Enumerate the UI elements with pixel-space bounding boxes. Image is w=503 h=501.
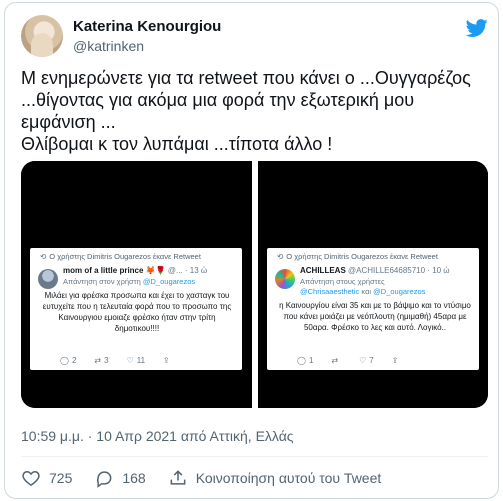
heart-icon: ♡ 11: [126, 356, 146, 365]
embedded-avatar: [38, 269, 58, 289]
embedded-body: Μιλάει για φρέσκα προσωπα και έχει το χα…: [42, 291, 232, 333]
embedded-tweet-screenshot-right: ⟲ Ο χρήστης Dimitris Ougarezos έκανε Ret…: [267, 248, 479, 370]
twitter-bird-icon[interactable]: [465, 17, 489, 39]
divider: [21, 456, 488, 457]
media-image-right[interactable]: ⟲ Ο χρήστης Dimitris Ougarezos έκανε Ret…: [258, 161, 488, 408]
author-handle[interactable]: @katrinken: [73, 38, 144, 54]
embedded-reply-line: Απάντηση στον χρήστη @D_ougarezos: [63, 277, 196, 286]
comment-icon: ◯ 1: [297, 356, 314, 365]
tweet-timestamp[interactable]: 10:59 μ.μ. · 10 Απρ 2021 από Αττική, Ελλ…: [21, 428, 294, 444]
embedded-avatar: [275, 269, 295, 289]
retweet-line: ⟲ Ο χρήστης Dimitris Ougarezos έκανε Ret…: [277, 252, 438, 261]
embedded-tweet-screenshot-left: ⟲ Ο χρήστης Dimitris Ougarezos έκανε Ret…: [30, 248, 242, 370]
author-name[interactable]: Katerina Kenourgiou: [73, 18, 221, 35]
embedded-actions: ◯ 1 ⇄ ♡ 7 ⇪: [297, 356, 473, 366]
tweet-media[interactable]: ⟲ Ο χρήστης Dimitris Ougarezos έκανε Ret…: [21, 161, 488, 408]
tweet-card: Katerina Kenourgiou @katrinken Μ ενημερώ…: [4, 2, 499, 499]
embedded-reply-line: Απάντηση στους χρήστες @Chrisaaesthetic …: [300, 277, 426, 296]
avatar[interactable]: [21, 15, 63, 57]
share-icon: ⇪: [163, 356, 170, 365]
media-image-left[interactable]: ⟲ Ο χρήστης Dimitris Ougarezos έκανε Ret…: [21, 161, 251, 408]
share-button[interactable]: Κοινοποίηση αυτού του Tweet: [168, 468, 381, 488]
share-icon: [170, 470, 186, 485]
tweet-actions: 725 168 Κοινοποίηση αυτού του Tweet: [21, 468, 403, 488]
retweet-icon: ⇄ 3: [94, 356, 109, 365]
comment-icon: [97, 471, 112, 488]
heart-icon: ♡ 7: [359, 356, 374, 365]
comment-icon: ◯ 2: [60, 356, 77, 365]
embedded-body: η Καινουργίου είναι 35 και με το βάψιμο …: [279, 301, 471, 332]
retweet-line: ⟲ Ο χρήστης Dimitris Ougarezos έκανε Ret…: [40, 252, 201, 261]
like-button[interactable]: 725: [21, 468, 72, 488]
share-icon: ⇪: [391, 356, 399, 365]
retweet-icon: ⇄: [331, 356, 339, 365]
retweet-icon: ⟲: [40, 252, 47, 261]
reply-button[interactable]: 168: [94, 468, 146, 488]
tweet-text: Μ ενημερώνετε για τα retweet που κάνει ο…: [21, 68, 471, 154]
embedded-header: mom of a little prince 🦊🌹 @... · 13 ώ: [63, 266, 208, 275]
embedded-actions: ◯ 2 ⇄ 3 ♡ 11 ⇪: [60, 356, 236, 366]
heart-icon: [22, 470, 40, 486]
retweet-icon: ⟲: [277, 252, 284, 261]
embedded-header: ACHILLEAS @ACHILLE64685710 · 10 ώ: [300, 266, 450, 275]
